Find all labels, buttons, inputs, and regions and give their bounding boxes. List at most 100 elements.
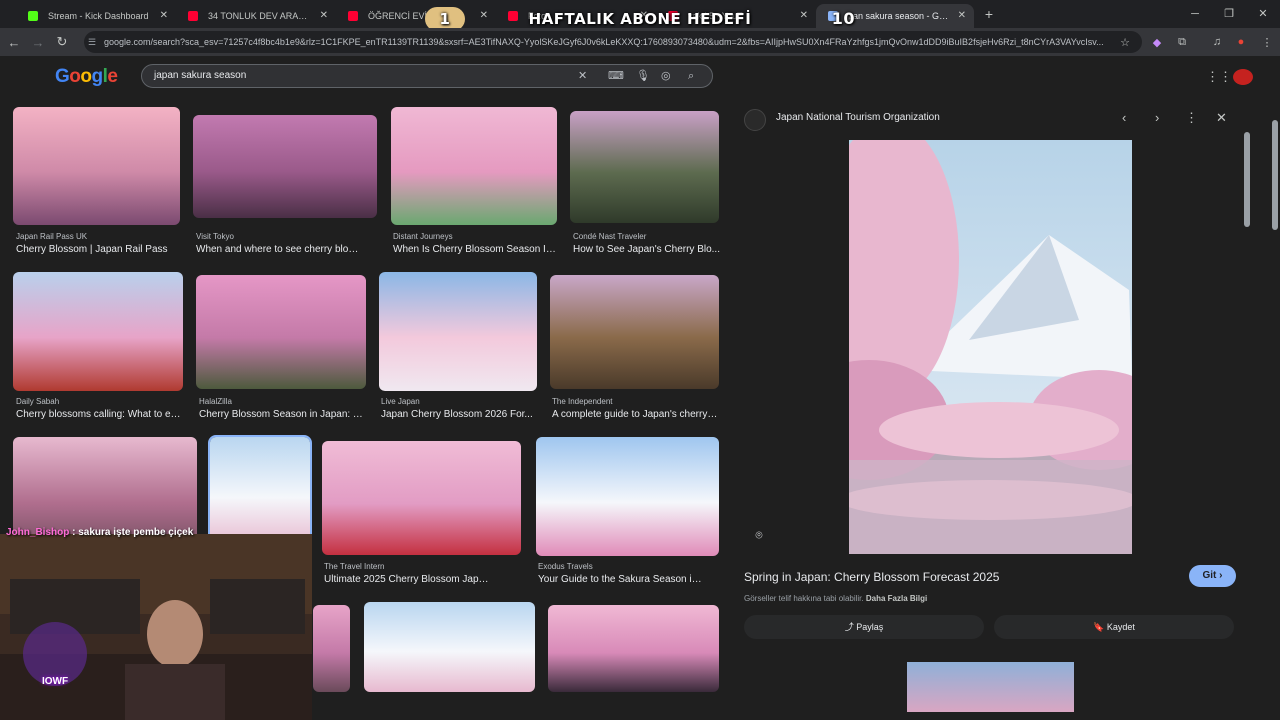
visit-button-label: Git	[1202, 570, 1217, 581]
mic-icon[interactable]: 🎙	[636, 65, 650, 87]
result-title[interactable]: Japan Cherry Blossom 2026 For...	[381, 409, 547, 420]
preview-site-name[interactable]: Japan National Tourism Organization	[776, 112, 940, 123]
google-logo[interactable]: Google	[55, 66, 118, 88]
minimize-icon[interactable]: ─	[1178, 0, 1212, 28]
result-title[interactable]: Ultimate 2025 Cherry Blossom Japan Guid.…	[324, 574, 490, 585]
image-result-thumb[interactable]	[536, 437, 719, 556]
site-info-icon[interactable]: ☰	[88, 37, 96, 48]
learn-more-link[interactable]: Daha Fazla Bilgi	[866, 594, 927, 603]
image-result-thumb[interactable]	[208, 435, 312, 549]
chevron-left-icon[interactable]: ‹	[1122, 110, 1126, 125]
arrow-right-icon[interactable]: →	[26, 35, 50, 50]
menu-kebab-icon[interactable]: ⋮	[1260, 36, 1274, 49]
image-result-thumb[interactable]	[193, 115, 377, 218]
result-source[interactable]: Visit Tokyo	[196, 232, 234, 241]
logo-letter: e	[107, 66, 118, 87]
share-button[interactable]: ⤴ Paylaş	[744, 615, 984, 639]
tab-close-icon[interactable]: ✕	[320, 4, 328, 28]
url-field[interactable]: google.com/search?sca_esv=71257c4f8bc4b1…	[84, 31, 1142, 53]
tab-1[interactable]: 34 TONLUK DEV ARAÇ İCAT ED ✕	[176, 4, 336, 28]
reload-icon[interactable]: ↻	[50, 34, 74, 50]
chat-overlay-message: John_Bishop : sakura işte pembe çiçek	[6, 527, 193, 538]
chat-username: John_Bishop	[6, 527, 70, 538]
result-source[interactable]: Distant Journeys	[393, 232, 453, 241]
result-source[interactable]: Live Japan	[381, 397, 420, 406]
fuji-sakura-image	[849, 140, 1132, 554]
related-image-thumb[interactable]	[907, 662, 1074, 712]
image-result-thumb[interactable]	[391, 107, 557, 225]
logo-letter: o	[69, 66, 81, 87]
chat-message: : sakura işte pembe çiçek	[72, 527, 194, 538]
save-button[interactable]: 🔖 Kaydet	[994, 615, 1234, 639]
media-control-icon[interactable]: ♫	[1210, 36, 1224, 48]
result-source[interactable]: Condé Nast Traveler	[573, 232, 646, 241]
result-title[interactable]: When Is Cherry Blossom Season In...	[393, 244, 559, 255]
result-title[interactable]: Cherry Blossom Season in Japan: T...	[199, 409, 365, 420]
image-result-thumb[interactable]	[196, 275, 366, 389]
image-result-thumb[interactable]	[364, 602, 535, 692]
chevron-right-icon[interactable]: ›	[1155, 110, 1159, 125]
image-preview-panel: Japan National Tourism Organization ‹ › …	[734, 100, 1246, 712]
result-source[interactable]: Exodus Travels	[538, 562, 593, 571]
scrollbar-thumb[interactable]	[1272, 120, 1278, 230]
tab-label: Stream - Kick Dashboard	[48, 11, 149, 21]
visit-button[interactable]: Git ›	[1189, 565, 1236, 587]
arrow-left-icon[interactable]: ←	[2, 35, 26, 50]
profile-avatar-icon[interactable]: ●	[1234, 36, 1248, 48]
result-source[interactable]: The Travel Intern	[324, 562, 384, 571]
streamer-webcam: IOWF	[0, 534, 312, 720]
tab-close-icon[interactable]: ✕	[160, 4, 168, 28]
image-result-thumb[interactable]	[322, 441, 521, 555]
result-source[interactable]: Japan Rail Pass UK	[16, 232, 87, 241]
preview-image[interactable]	[849, 140, 1132, 554]
share-label: Paylaş	[856, 622, 884, 632]
account-avatar[interactable]	[1233, 69, 1253, 85]
tab-0[interactable]: Stream - Kick Dashboard ✕	[16, 4, 176, 28]
search-icon[interactable]: ⌕	[688, 65, 694, 87]
bookmark-star-icon[interactable]: ☆	[1118, 36, 1132, 49]
result-title[interactable]: A complete guide to Japan's cherry ...	[552, 409, 718, 420]
search-query[interactable]: japan sakura season	[154, 65, 246, 87]
logo-letter: o	[80, 66, 92, 87]
result-source[interactable]: Daily Sabah	[16, 397, 59, 406]
lens-icon[interactable]: ◎	[661, 65, 671, 87]
copyright-text: Görseller telif hakkına tabi olabilir.	[744, 594, 864, 603]
result-title[interactable]: Cherry Blossom | Japan Rail Pass	[16, 244, 182, 255]
logo-letter: G	[55, 66, 70, 87]
image-result-thumb[interactable]	[548, 605, 719, 692]
search-box[interactable]: japan sakura season ✕ ⌨ 🎙 ◎ ⌕	[141, 64, 713, 88]
page-scrollbar[interactable]	[1270, 100, 1280, 720]
tab-favicon-icon	[188, 11, 198, 21]
lens-search-icon[interactable]: ⌾	[749, 525, 769, 545]
preview-scrollbar[interactable]	[1244, 102, 1250, 672]
tab-close-icon[interactable]: ✕	[958, 4, 966, 28]
close-window-icon[interactable]: ✕	[1246, 0, 1280, 28]
image-result-thumb[interactable]	[570, 111, 719, 223]
apps-grid-icon[interactable]: ⋮⋮	[1206, 69, 1232, 85]
more-options-icon[interactable]: ⋮	[1185, 110, 1198, 126]
image-result-thumb[interactable]	[13, 107, 180, 225]
new-tab-button[interactable]: +	[977, 2, 1001, 26]
close-icon[interactable]: ✕	[1216, 110, 1227, 126]
result-title[interactable]: Cherry blossoms calling: What to ex...	[16, 409, 182, 420]
extension-icon[interactable]: ◆	[1150, 36, 1164, 49]
result-title[interactable]: Your Guide to the Sakura Season in Ja...	[538, 574, 704, 585]
clear-icon[interactable]: ✕	[578, 65, 587, 87]
image-result-thumb[interactable]	[313, 605, 350, 692]
tab-label: pan sakura season - Google'd	[848, 11, 968, 21]
result-source[interactable]: The Independent	[552, 397, 613, 406]
image-result-thumb[interactable]	[379, 272, 537, 391]
save-label: Kaydet	[1106, 622, 1135, 632]
result-title[interactable]: When and where to see cherry blosso...	[196, 244, 362, 255]
result-title[interactable]: How to See Japan's Cherry Blo...	[573, 244, 739, 255]
keyboard-icon[interactable]: ⌨	[608, 65, 624, 87]
restore-icon[interactable]: ❐	[1212, 0, 1246, 28]
extensions-puzzle-icon[interactable]: ⧉	[1175, 36, 1189, 48]
image-result-thumb[interactable]	[13, 272, 183, 391]
address-bar-row: ← → ↻ google.com/search?sca_esv=71257c4f…	[0, 28, 1280, 56]
result-source[interactable]: HalalZilla	[199, 397, 232, 406]
preview-title[interactable]: Spring in Japan: Cherry Blossom Forecast…	[744, 570, 999, 584]
preview-scrollbar-thumb[interactable]	[1244, 132, 1250, 227]
site-logo	[744, 109, 766, 131]
image-result-thumb[interactable]	[550, 275, 719, 389]
